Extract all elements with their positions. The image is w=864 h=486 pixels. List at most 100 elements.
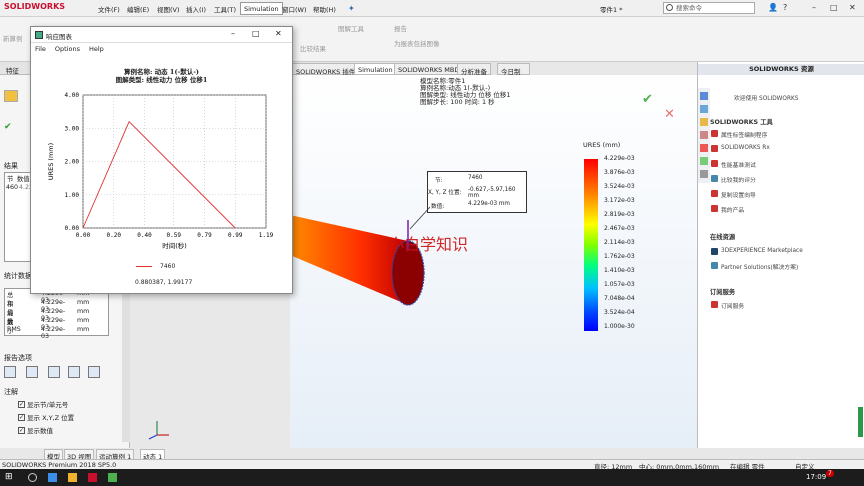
clock: 17:09 <box>806 473 827 481</box>
view-palette-icon[interactable] <box>700 131 708 139</box>
series-line <box>82 120 236 229</box>
save-icon[interactable] <box>4 366 16 378</box>
checkbox-show-value[interactable]: ✓ 显示数值 <box>18 425 53 435</box>
dialog-maximize-icon[interactable]: □ <box>252 29 260 38</box>
dialog-menu-help[interactable]: Help <box>89 45 104 53</box>
panel-scrollbar[interactable] <box>122 272 130 442</box>
forum-icon[interactable] <box>700 170 708 178</box>
confirm-icon[interactable]: ✔ <box>642 92 653 107</box>
windows-start-icon[interactable]: ⊞ <box>5 472 13 482</box>
menu-tools[interactable]: 工具(T) <box>214 4 236 14</box>
tool-link-0[interactable]: 属性标签编制程序 <box>721 130 767 139</box>
copy-settings-icon <box>711 190 718 197</box>
tab-make-today[interactable]: 今日制造 <box>497 63 530 86</box>
chart-export-icon[interactable] <box>68 366 80 378</box>
my-products-icon <box>711 205 718 212</box>
y-tick-label: 2.00 <box>65 159 80 166</box>
x-tick-label: 0.20 <box>107 232 122 239</box>
help-icon[interactable]: ? <box>783 3 787 12</box>
minimize-icon[interactable]: – <box>812 3 816 12</box>
search-input[interactable]: 搜索命令 <box>663 2 755 14</box>
legend-values: 4.229e-03 3.876e-03 3.524e-03 3.172e-03 … <box>604 155 635 330</box>
menu-help[interactable]: 帮助(H) <box>313 4 336 14</box>
x-tick-label: 0.00 <box>76 232 91 239</box>
pin-icon[interactable]: ✦ <box>348 4 355 13</box>
solidworks-logo[interactable]: SOLIDWORKS <box>4 2 65 11</box>
y-tick-label: 4.00 <box>65 92 80 99</box>
online-link-1[interactable]: Partner Solutions(解决方案) <box>721 262 798 271</box>
taskbar-app-1-icon[interactable] <box>48 473 57 482</box>
checkbox-show-node[interactable]: ✓ 显示节/单元号 <box>18 399 68 409</box>
tab-simulation[interactable]: Simulation <box>354 63 397 75</box>
notification-badge[interactable]: 7 <box>826 470 834 477</box>
stats-title: 统计数据 <box>4 272 32 280</box>
dialog-menu-file[interactable]: File <box>35 45 46 53</box>
tab-addins[interactable]: SOLIDWORKS 插件 <box>292 63 360 76</box>
cancel-icon[interactable]: ✕ <box>664 107 675 122</box>
legend-colorbar <box>584 159 598 331</box>
compare-results-button[interactable]: 比较结果 <box>300 43 326 53</box>
tool-link-5[interactable]: 我的产品 <box>721 205 744 214</box>
taskbar-search-icon[interactable] <box>28 473 37 482</box>
chart-legend: 7460 <box>136 263 175 270</box>
taskbar-app-3-icon[interactable] <box>108 473 117 482</box>
menu-file[interactable]: 文件(F) <box>98 4 120 14</box>
menu-simulation[interactable]: Simulation <box>240 2 283 15</box>
benchmark-icon <box>711 160 718 167</box>
custom-props-icon[interactable] <box>700 157 708 165</box>
menu-window[interactable]: 窗口(W) <box>282 4 307 14</box>
windows-taskbar: ⊞ 17:09 7 <box>0 469 864 486</box>
x-tick-label: 1.19 <box>259 232 274 239</box>
menu-insert[interactable]: 插入(I) <box>186 4 206 14</box>
report-button[interactable]: 报告 <box>394 23 407 33</box>
property-tab-icon <box>711 130 718 137</box>
dialog-minimize-icon[interactable]: – <box>231 29 235 38</box>
dialog-close-icon[interactable]: ✕ <box>275 29 282 38</box>
home-icon[interactable] <box>700 92 708 100</box>
tab-mbd[interactable]: SOLIDWORKS MBD <box>394 63 464 75</box>
tab-features[interactable]: 特征 <box>6 65 19 75</box>
online-section-title[interactable]: 在线资源 <box>710 232 735 241</box>
taskbar-app-2-icon[interactable] <box>68 473 77 482</box>
tools-section-title[interactable]: SOLIDWORKS 工具 <box>710 117 773 126</box>
checkbox-show-xyz[interactable]: ✓ 显示 X,Y,Z 位置 <box>18 412 74 422</box>
welcome-link[interactable]: 欢迎使用 SOLIDWORKS <box>734 93 798 102</box>
dialog-menu: File Options Help <box>35 45 104 53</box>
sub-link-0[interactable]: 订阅服务 <box>721 301 744 310</box>
subscription-section-title[interactable]: 订阅服务 <box>710 287 735 296</box>
plot-tools-button[interactable]: 图解工具 <box>338 23 364 33</box>
results-table[interactable]: 节 数值 460 4.229e <box>4 172 41 262</box>
image-icon[interactable] <box>88 366 100 378</box>
tab-analysis-prep[interactable]: 分析准备 <box>457 63 491 76</box>
appearance-icon[interactable] <box>700 144 708 152</box>
x-axis-label: 时间(秒) <box>162 241 187 250</box>
export-icon[interactable] <box>26 366 38 378</box>
include-image-button[interactable]: 为报表包括图像 <box>394 38 440 48</box>
restore-icon[interactable]: □ <box>830 3 838 12</box>
tool-link-3[interactable]: 比较我的评分 <box>721 175 756 184</box>
probe-icon[interactable] <box>4 90 18 102</box>
report-buttons <box>4 366 100 380</box>
tool-link-4[interactable]: 复制设置向导 <box>721 190 756 199</box>
close-icon[interactable]: ✕ <box>849 3 856 12</box>
online-link-0[interactable]: 3DEXPERIENCE Marketplace <box>721 248 803 254</box>
probe-callout: 节: 7460 X, Y, Z 位置: -0.627,-5.97,160 mm … <box>427 171 527 213</box>
user-icon[interactable]: 👤 <box>768 3 778 12</box>
menu-view[interactable]: 视图(V) <box>157 4 180 14</box>
dialog-menu-options[interactable]: Options <box>55 45 80 53</box>
tool-link-1[interactable]: SOLIDWORKS Rx <box>721 145 770 151</box>
legend-line-icon <box>136 266 152 267</box>
tool-link-2[interactable]: 性能基准测试 <box>721 160 756 169</box>
ok-check-icon[interactable]: ✔ <box>4 122 12 132</box>
probe-leader <box>407 206 431 250</box>
response-graph-dialog[interactable]: 响应图表 – □ ✕ File Options Help 算例名称: 动态 1(… <box>30 26 293 294</box>
taskbar-solidworks-icon[interactable] <box>88 473 97 482</box>
graphics-viewport[interactable]: 模型名称:零件1 算例名称:动态 1(-默认-) 图解类型: 线性动力 位移 位… <box>290 75 697 448</box>
title-bar: SOLIDWORKS 文件(F) 编辑(E) 视图(V) 插入(I) 工具(T)… <box>0 0 864 17</box>
library-icon[interactable] <box>700 105 708 113</box>
graph-icon[interactable] <box>48 366 60 378</box>
pane-scroll-indicator[interactable] <box>858 407 863 437</box>
menu-edit[interactable]: 编辑(E) <box>127 4 149 14</box>
new-study-button[interactable]: 新算例 <box>3 33 23 43</box>
explorer-icon[interactable] <box>700 118 708 126</box>
